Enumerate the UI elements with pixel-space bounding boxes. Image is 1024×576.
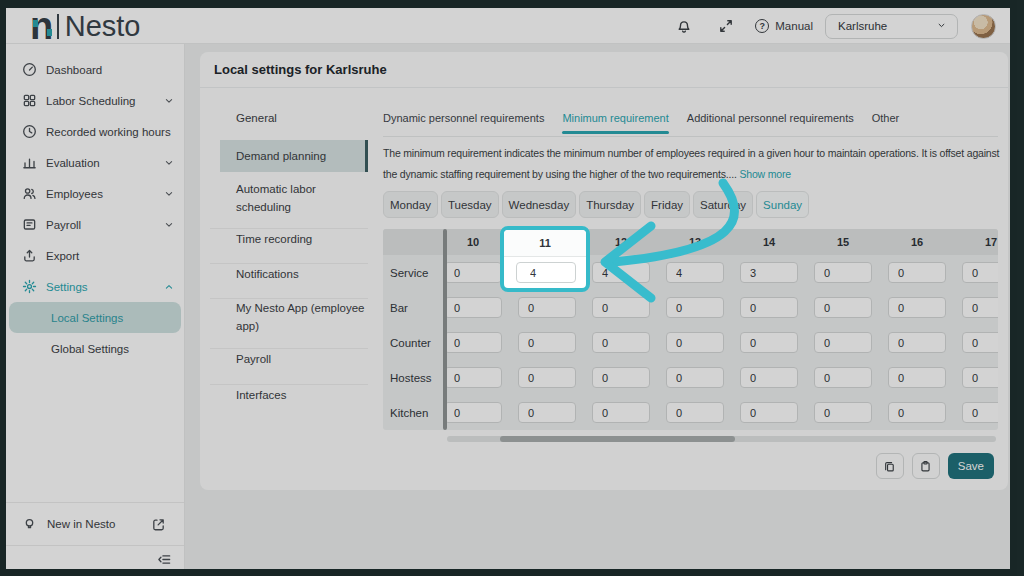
highlighted-cell: 11 xyxy=(500,226,590,292)
highlighted-hour-header: 11 xyxy=(504,230,586,257)
highlighted-input[interactable] xyxy=(516,262,576,283)
